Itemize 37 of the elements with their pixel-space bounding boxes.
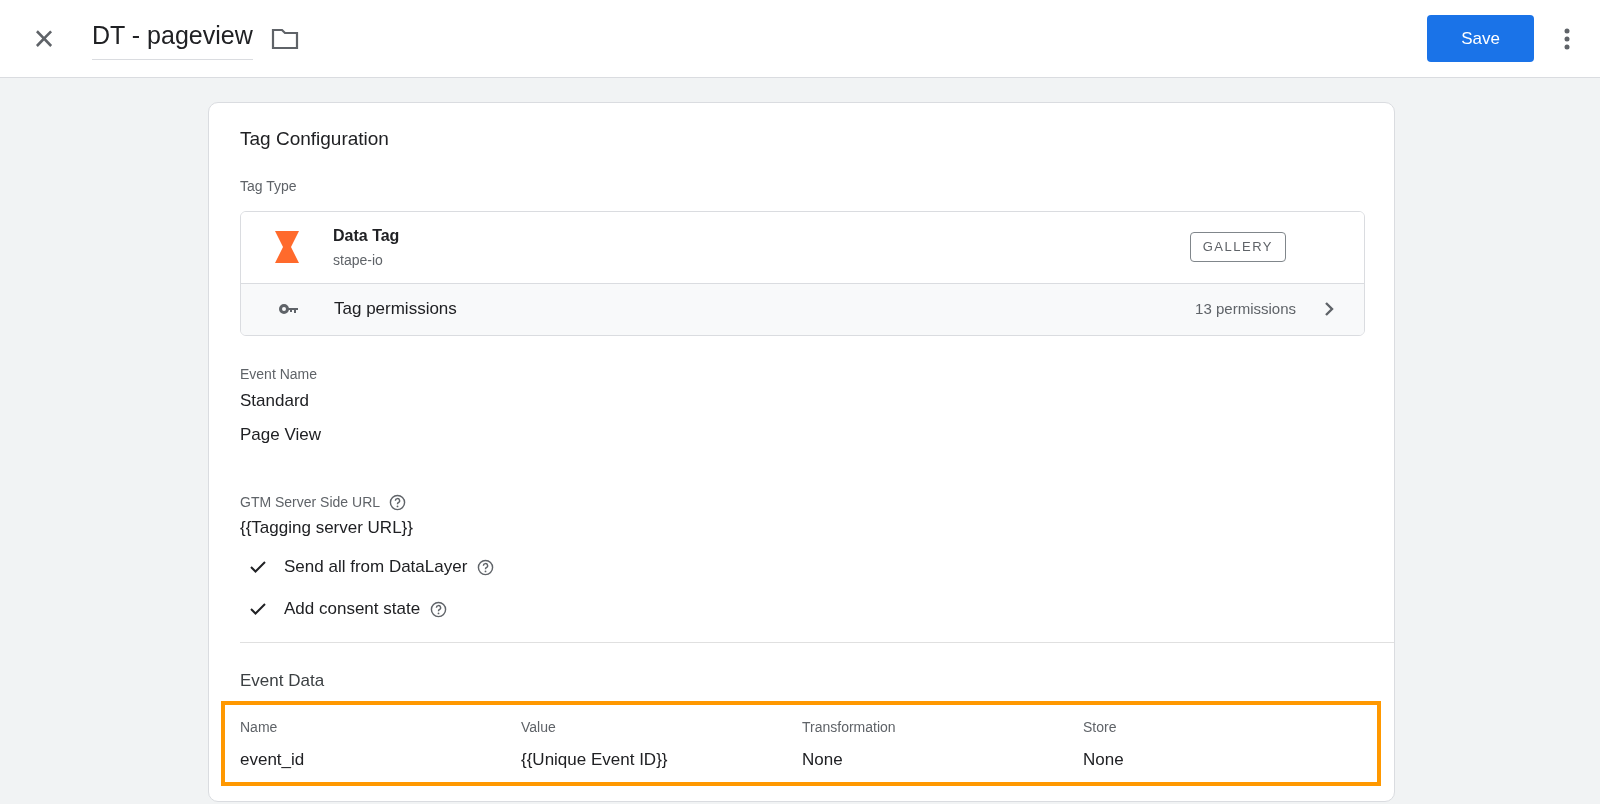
help-icon[interactable]: [430, 600, 448, 618]
close-icon[interactable]: ×: [30, 20, 58, 57]
field-value: Standard: [240, 389, 310, 412]
permissions-label: Tag permissions: [334, 298, 457, 321]
field-value: Page View: [240, 424, 322, 446]
table-cell-text: None: [1083, 748, 1125, 771]
more-options-icon[interactable]: [1564, 27, 1570, 50]
save-button[interactable]: Save: [1427, 15, 1534, 62]
card-title: Tag Configuration: [240, 127, 390, 151]
table-cell-text: None: [802, 748, 844, 771]
checkmark-icon[interactable]: [250, 561, 266, 573]
column-header: Transformation: [802, 717, 897, 737]
table-cell-text: event_id: [240, 748, 306, 771]
tag-type-name: Data Tag: [333, 225, 400, 246]
help-icon[interactable]: [389, 493, 407, 511]
key-icon: [279, 304, 299, 314]
folder-icon[interactable]: [270, 26, 299, 51]
option-label: Send all from DataLayer: [284, 556, 468, 579]
tag-name-field[interactable]: DT - pageview: [92, 17, 253, 60]
logo-icon: [275, 231, 299, 263]
column-header: Store: [1083, 717, 1118, 737]
tag-type-vendor: stape-io: [333, 250, 384, 270]
column-header: Value: [521, 717, 557, 737]
permissions-row[interactable]: Tag permissions 13 permissions: [241, 282, 1364, 335]
checkmark-icon[interactable]: [250, 603, 266, 615]
column-header: Name: [240, 717, 279, 737]
gallery-button[interactable]: GALLERY: [1189, 232, 1286, 262]
field-value: {{Tagging server URL}}: [240, 516, 414, 539]
chevron-right-icon: [1324, 301, 1334, 317]
field-label: Event Name: [240, 364, 319, 384]
field-label: Tag Type: [240, 176, 298, 196]
permissions-count: 13 permissions: [1195, 298, 1296, 319]
table-cell-text: {{Unique Event ID}}: [521, 748, 669, 771]
section-title: Event Data: [240, 670, 326, 692]
help-icon[interactable]: [477, 558, 495, 576]
option-label: Add consent state: [284, 598, 421, 621]
field-label: GTM Server Side URL: [240, 492, 381, 512]
